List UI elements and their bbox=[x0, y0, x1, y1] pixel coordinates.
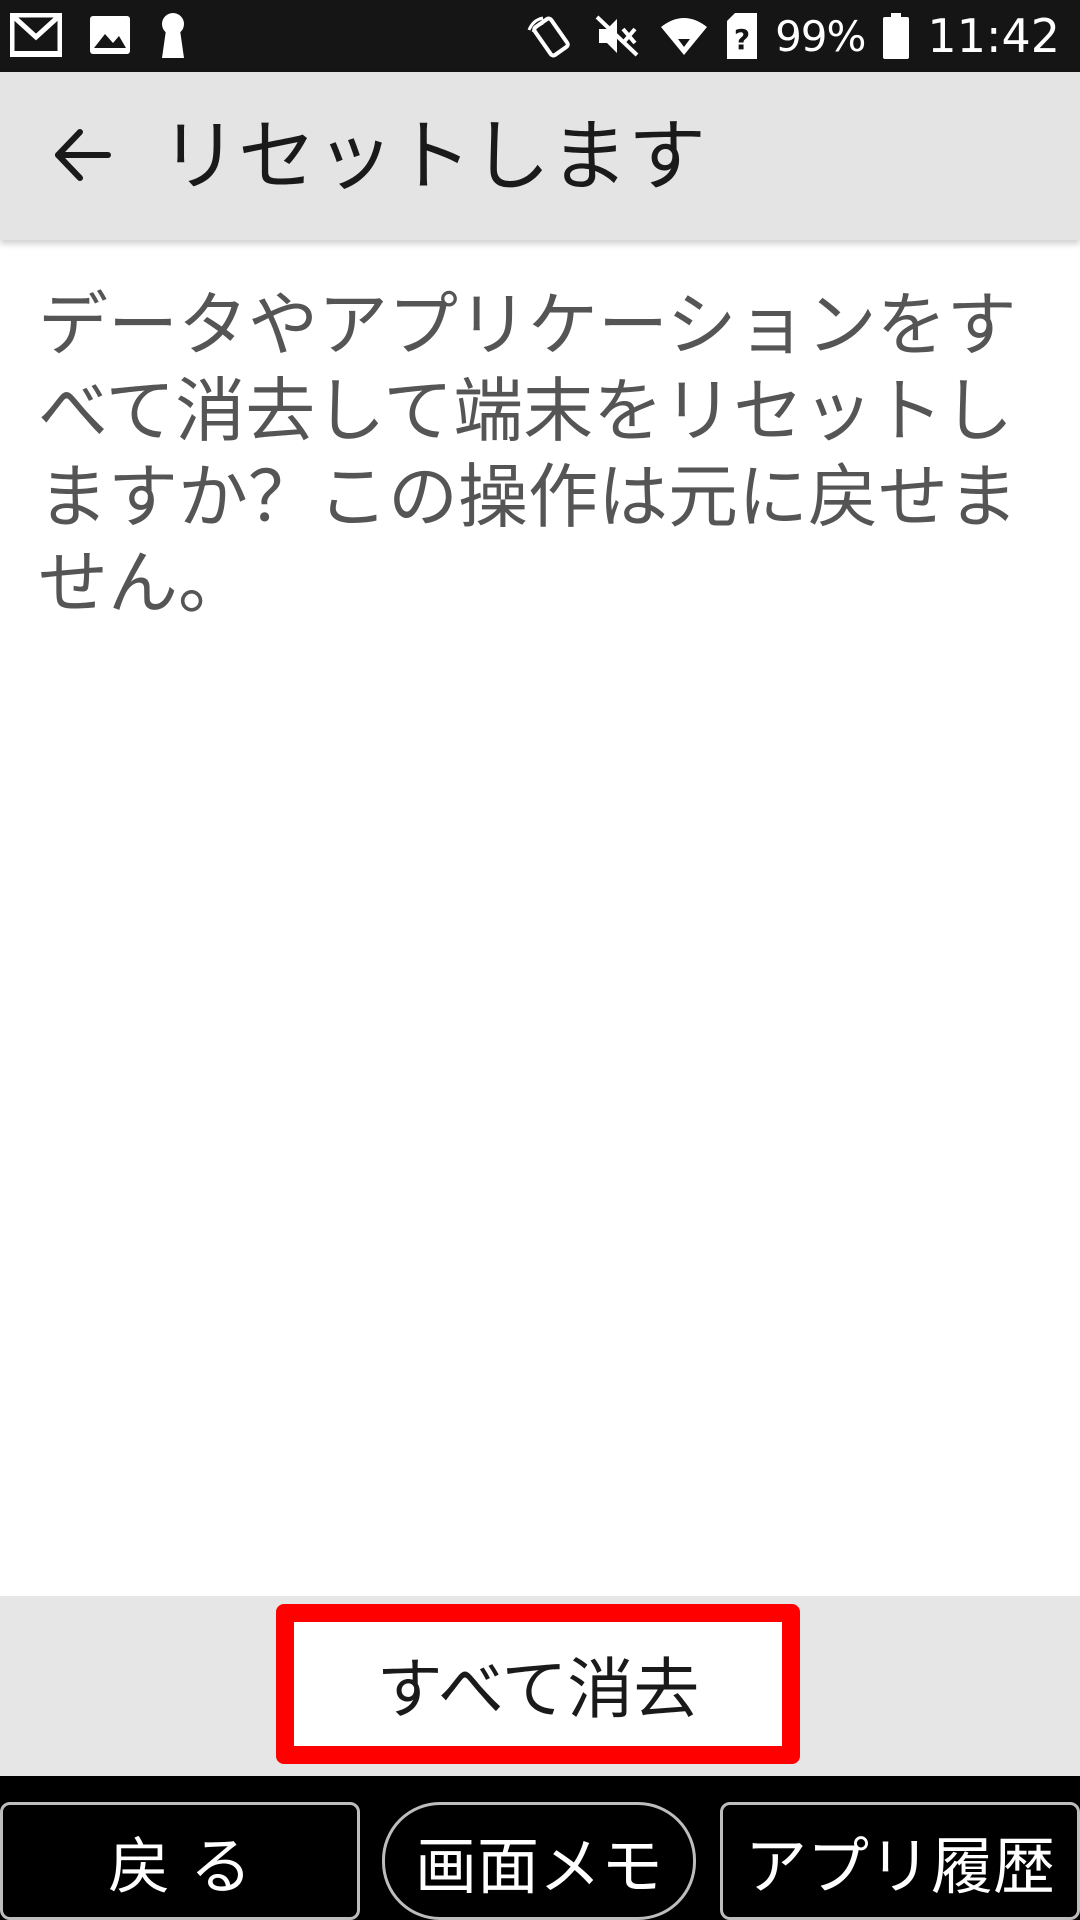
clock: 11:42 bbox=[927, 9, 1060, 63]
keyhole-icon bbox=[158, 12, 188, 58]
app-history-button[interactable]: アプリ履歴 bbox=[720, 1802, 1080, 1920]
image-icon bbox=[90, 16, 130, 54]
notification-icons bbox=[10, 12, 188, 58]
back-button[interactable]: 戻 る bbox=[0, 1802, 360, 1920]
battery-percent: 99% bbox=[775, 11, 866, 61]
reset-screen: ? 99% 11:42 リセットします データやアプリケーションをすべて消去して… bbox=[0, 0, 1080, 1920]
status-bar: ? 99% 11:42 bbox=[0, 0, 1080, 72]
wifi-icon bbox=[659, 15, 709, 57]
screen-memo-button[interactable]: 画面メモ bbox=[382, 1802, 696, 1920]
gmail-icon bbox=[10, 13, 62, 57]
app-bar: リセットします bbox=[0, 72, 1080, 240]
back-arrow-icon[interactable] bbox=[50, 122, 116, 188]
battery-icon bbox=[883, 13, 910, 59]
svg-text:?: ? bbox=[734, 23, 750, 56]
nfc-icon bbox=[523, 12, 575, 60]
system-icons: ? 99% 11:42 bbox=[523, 0, 1060, 72]
action-area: すべて消去 bbox=[0, 1596, 1080, 1776]
erase-all-button[interactable]: すべて消去 bbox=[276, 1604, 800, 1764]
page-title: リセットします bbox=[160, 112, 707, 202]
reset-warning-message: データやアプリケーションをすべて消去して端末をリセットしますか？この操作は元に戻… bbox=[38, 284, 1018, 624]
mute-icon bbox=[593, 13, 641, 59]
sim-unknown-icon: ? bbox=[727, 13, 758, 59]
navigation-bar: 戻 る 画面メモ アプリ履歴 bbox=[0, 1776, 1080, 1920]
